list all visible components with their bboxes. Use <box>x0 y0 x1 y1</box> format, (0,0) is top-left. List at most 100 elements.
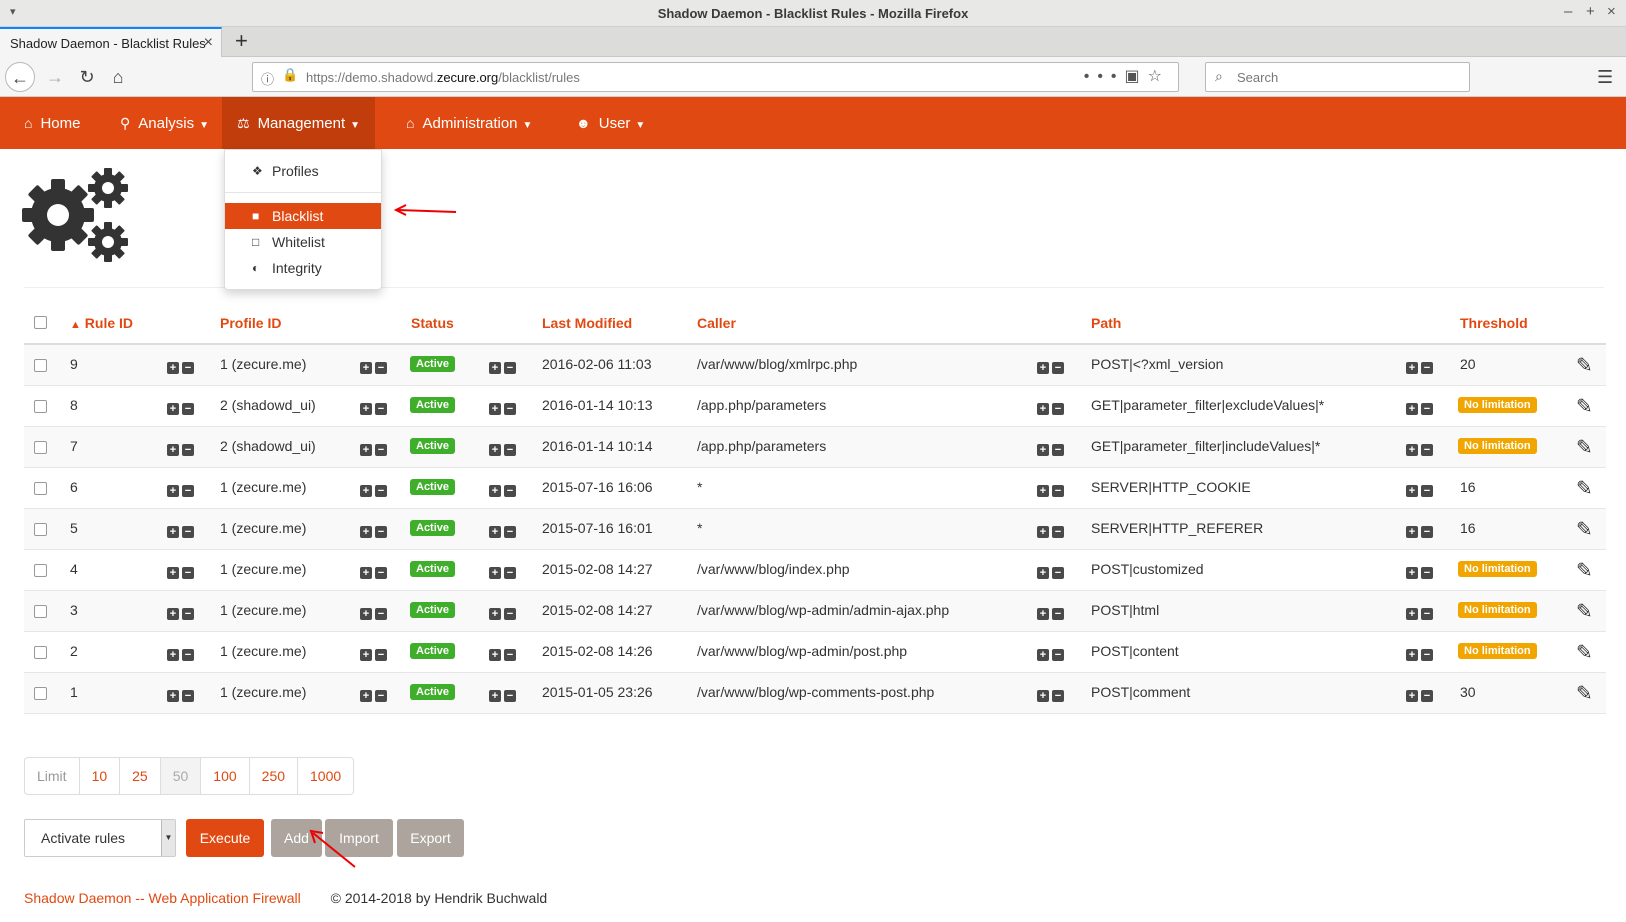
plus-icon[interactable]: + <box>1406 567 1418 579</box>
plus-icon[interactable]: + <box>489 444 501 456</box>
minus-icon[interactable]: − <box>1421 608 1433 620</box>
minus-icon[interactable]: − <box>504 567 516 579</box>
minus-icon[interactable]: − <box>1421 403 1433 415</box>
plus-icon[interactable]: + <box>1406 362 1418 374</box>
row-checkbox[interactable] <box>34 441 47 454</box>
plus-icon[interactable]: + <box>360 526 372 538</box>
minus-icon[interactable]: − <box>182 526 194 538</box>
plus-icon[interactable]: + <box>489 608 501 620</box>
minus-icon[interactable]: − <box>1421 485 1433 497</box>
add-button[interactable]: Add <box>271 819 322 857</box>
row-checkbox[interactable] <box>34 400 47 413</box>
bookmark-star-icon[interactable]: ☆ <box>1148 68 1170 85</box>
plus-icon[interactable]: + <box>1037 485 1049 497</box>
plus-icon[interactable]: + <box>1406 690 1418 702</box>
footer-link[interactable]: Shadow Daemon -- Web Application Firewal… <box>24 890 301 906</box>
plus-icon[interactable]: + <box>489 649 501 661</box>
plus-icon[interactable]: + <box>167 444 179 456</box>
minus-icon[interactable]: − <box>1052 526 1064 538</box>
plus-icon[interactable]: + <box>1037 608 1049 620</box>
pocket-icon[interactable]: ▣ <box>1125 68 1148 85</box>
plus-icon[interactable]: + <box>489 526 501 538</box>
plus-icon[interactable]: + <box>167 649 179 661</box>
plus-icon[interactable]: + <box>1037 403 1049 415</box>
minus-icon[interactable]: − <box>1052 649 1064 661</box>
plus-icon[interactable]: + <box>489 362 501 374</box>
row-checkbox[interactable] <box>34 605 47 618</box>
plus-icon[interactable]: + <box>489 485 501 497</box>
minus-icon[interactable]: − <box>182 485 194 497</box>
minus-icon[interactable]: − <box>504 362 516 374</box>
limit-option-50[interactable]: 50 <box>160 758 202 794</box>
minus-icon[interactable]: − <box>1052 444 1064 456</box>
header-path[interactable]: Path <box>1091 315 1121 331</box>
nav-analysis[interactable]: ⚲ Analysis ▼ <box>120 97 209 149</box>
plus-icon[interactable]: + <box>360 362 372 374</box>
dropdown-item-profiles[interactable]: ❖ Profiles <box>225 156 381 186</box>
minus-icon[interactable]: − <box>182 608 194 620</box>
plus-icon[interactable]: + <box>360 485 372 497</box>
edit-pencil-icon[interactable]: ✎ <box>1576 558 1593 583</box>
minus-icon[interactable]: − <box>1421 362 1433 374</box>
execute-button[interactable]: Execute <box>186 819 264 857</box>
row-checkbox[interactable] <box>34 687 47 700</box>
row-checkbox[interactable] <box>34 523 47 536</box>
header-status[interactable]: Status <box>411 315 454 331</box>
bulk-action-select[interactable]: Activate rules ▼ <box>24 819 176 857</box>
minus-icon[interactable]: − <box>375 608 387 620</box>
edit-pencil-icon[interactable]: ✎ <box>1576 640 1593 665</box>
info-icon[interactable]: ⓘ <box>261 69 274 88</box>
minus-icon[interactable]: − <box>1052 608 1064 620</box>
plus-icon[interactable]: + <box>1037 649 1049 661</box>
nav-home[interactable]: ⌂ Home <box>24 97 80 149</box>
back-icon[interactable]: ← <box>5 62 35 92</box>
plus-icon[interactable]: + <box>360 608 372 620</box>
minus-icon[interactable]: − <box>1052 485 1064 497</box>
plus-icon[interactable]: + <box>489 690 501 702</box>
plus-icon[interactable]: + <box>489 567 501 579</box>
limit-option-25[interactable]: 25 <box>120 758 161 794</box>
minus-icon[interactable]: − <box>504 403 516 415</box>
header-caller[interactable]: Caller <box>697 315 736 331</box>
plus-icon[interactable]: + <box>360 403 372 415</box>
edit-pencil-icon[interactable]: ✎ <box>1576 681 1593 706</box>
edit-pencil-icon[interactable]: ✎ <box>1576 599 1593 624</box>
plus-icon[interactable]: + <box>1037 567 1049 579</box>
minus-icon[interactable]: − <box>375 567 387 579</box>
plus-icon[interactable]: + <box>167 690 179 702</box>
row-checkbox[interactable] <box>34 564 47 577</box>
plus-icon[interactable]: + <box>1406 444 1418 456</box>
minus-icon[interactable]: − <box>504 485 516 497</box>
row-checkbox[interactable] <box>34 646 47 659</box>
header-profile-id[interactable]: Profile ID <box>220 315 281 331</box>
minus-icon[interactable]: − <box>504 690 516 702</box>
minus-icon[interactable]: − <box>504 608 516 620</box>
plus-icon[interactable]: + <box>1406 526 1418 538</box>
plus-icon[interactable]: + <box>1406 403 1418 415</box>
plus-icon[interactable]: + <box>1037 444 1049 456</box>
plus-icon[interactable]: + <box>360 444 372 456</box>
header-last-modified[interactable]: Last Modified <box>542 315 632 331</box>
row-checkbox[interactable] <box>34 482 47 495</box>
minus-icon[interactable]: − <box>1052 567 1064 579</box>
url-bar[interactable]: ⓘ 🔒 https://demo.shadowd.zecure.org/blac… <box>252 62 1179 92</box>
minus-icon[interactable]: − <box>375 485 387 497</box>
minus-icon[interactable]: − <box>182 690 194 702</box>
limit-option-100[interactable]: 100 <box>201 758 250 794</box>
dropdown-item-blacklist[interactable]: ■ Blacklist <box>225 203 381 229</box>
minus-icon[interactable]: − <box>375 690 387 702</box>
minus-icon[interactable]: − <box>504 649 516 661</box>
minus-icon[interactable]: − <box>1421 567 1433 579</box>
nav-management[interactable]: ⚖ Management ▼ <box>222 97 376 149</box>
minus-icon[interactable]: − <box>375 444 387 456</box>
header-threshold[interactable]: Threshold <box>1460 315 1528 331</box>
minus-icon[interactable]: − <box>504 444 516 456</box>
plus-icon[interactable]: + <box>167 567 179 579</box>
row-checkbox[interactable] <box>34 359 47 372</box>
browser-tab[interactable]: Shadow Daemon - Blacklist Rules × <box>0 27 222 57</box>
minus-icon[interactable]: − <box>504 526 516 538</box>
plus-icon[interactable]: + <box>1037 690 1049 702</box>
minus-icon[interactable]: − <box>182 362 194 374</box>
dropdown-item-whitelist[interactable]: □ Whitelist <box>225 229 381 255</box>
edit-pencil-icon[interactable]: ✎ <box>1576 394 1593 419</box>
